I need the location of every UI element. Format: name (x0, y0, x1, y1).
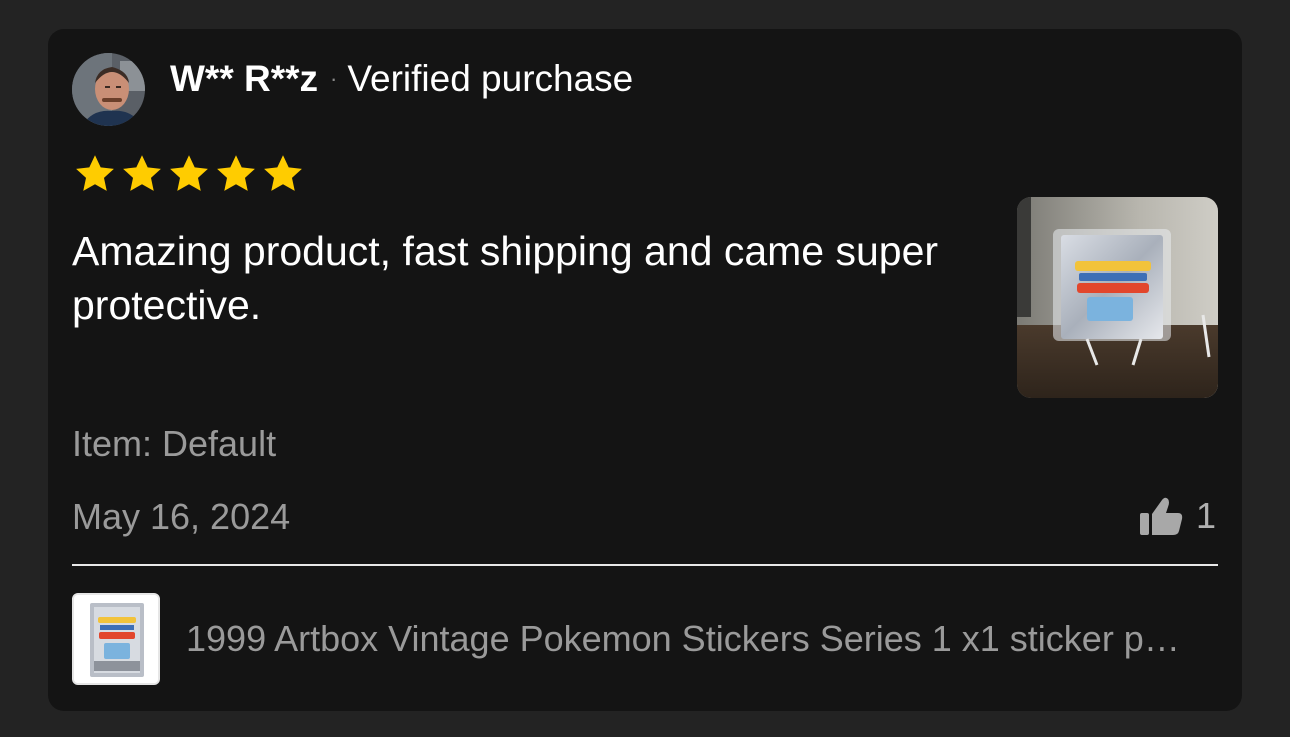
product-title: 1999 Artbox Vintage Pokemon Stickers Ser… (186, 618, 1196, 659)
star-icon (123, 155, 161, 191)
review-photo[interactable] (1017, 197, 1218, 398)
star-icon (170, 155, 208, 191)
reviewer-name: W** R**z (170, 58, 319, 99)
review-header: W** R**z · Verified purchase (170, 57, 633, 101)
product-thumbnail (72, 593, 160, 685)
helpful-button[interactable]: 1 (1138, 495, 1216, 537)
star-icon (217, 155, 255, 191)
review-date: May 16, 2024 (72, 496, 291, 537)
star-icon (76, 155, 114, 191)
review-card: W** R**z · Verified purchase Amazing pro… (48, 29, 1242, 711)
star-icon (264, 155, 302, 191)
reviewer-avatar (72, 53, 145, 126)
item-variant: Item: Default (72, 423, 277, 464)
product-link[interactable]: 1999 Artbox Vintage Pokemon Stickers Ser… (72, 591, 1218, 687)
header-separator: · (330, 66, 338, 91)
divider (72, 564, 1218, 566)
helpful-count: 1 (1196, 495, 1217, 536)
thumbs-up-icon (1140, 497, 1183, 535)
review-text: Amazing product, fast shipping and came … (72, 228, 939, 328)
verified-purchase-label: Verified purchase (347, 58, 634, 99)
star-rating (73, 152, 305, 196)
